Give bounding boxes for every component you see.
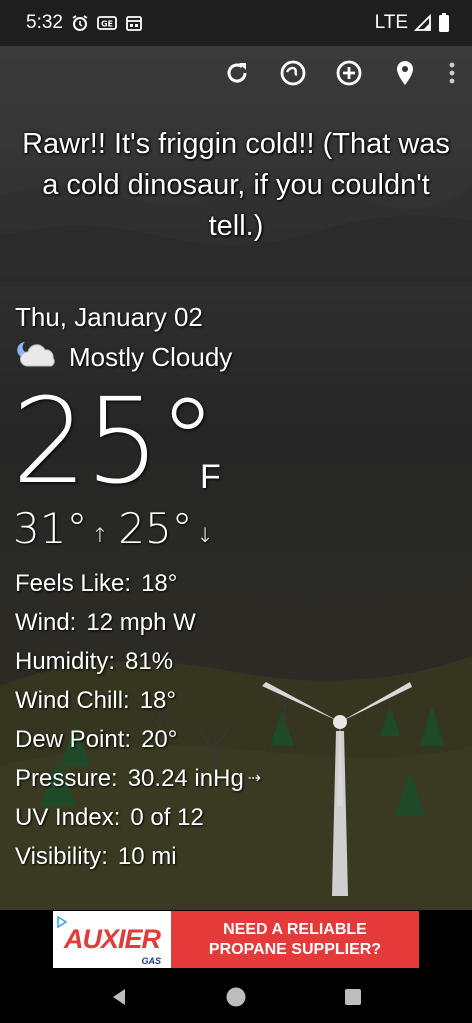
add-location-icon[interactable] xyxy=(334,58,364,88)
weather-app-area: Rawr!! It's friggin cold!! (That was a c… xyxy=(0,46,472,910)
signal-icon xyxy=(414,14,432,32)
toolbar xyxy=(222,58,458,88)
detail-wind-chill: Wind Chill: 18° xyxy=(15,681,261,720)
home-icon[interactable] xyxy=(222,983,250,1011)
detail-label: Wind: xyxy=(15,609,77,636)
high-low-row: 31° ↑ 25° ↓ xyxy=(13,504,223,553)
detail-label: Feels Like: xyxy=(15,570,132,597)
refresh-icon[interactable] xyxy=(222,58,252,88)
detail-label: Visibility: xyxy=(15,843,108,870)
ad-brand: AUXIER xyxy=(63,924,161,954)
ad-banner[interactable]: AUXIER GAS NEED A RELIABLE PROPANE SUPPL… xyxy=(53,911,419,968)
calendar-icon xyxy=(125,14,143,32)
ad-logo: AUXIER GAS xyxy=(53,911,171,968)
forecast-date: Thu, January 02 xyxy=(15,302,203,332)
ge-icon: GE xyxy=(97,15,117,31)
detail-value: 81% xyxy=(125,648,174,675)
detail-wind: Wind: 12 mph W xyxy=(15,603,261,642)
navigation-bar xyxy=(0,970,472,1023)
network-type: LTE xyxy=(374,12,408,33)
status-time: 5:32 xyxy=(26,12,63,33)
up-arrow-icon: ↑ xyxy=(91,522,109,547)
ad-line-2: PROPANE SUPPLIER? xyxy=(208,940,382,958)
detail-label: Humidity: xyxy=(15,648,116,675)
ad-area: AUXIER GAS NEED A RELIABLE PROPANE SUPPL… xyxy=(0,910,472,970)
detail-humidity: Humidity: 81% xyxy=(15,642,261,681)
recents-icon[interactable] xyxy=(339,983,367,1011)
headline-text: Rawr!! It's friggin cold!! (That was a c… xyxy=(22,128,450,242)
more-vert-icon[interactable] xyxy=(446,58,458,88)
status-bar: 5:32 GE LTE xyxy=(0,0,472,46)
detail-value: 0 of 12 xyxy=(130,804,204,831)
svg-text:GE: GE xyxy=(101,20,113,29)
detail-dew-point: Dew Point: 20° xyxy=(15,720,261,759)
down-arrow-icon: ↓ xyxy=(196,522,214,547)
detail-value: 18° xyxy=(139,687,176,714)
detail-label: Pressure: xyxy=(15,765,118,792)
ad-brand-sub: GAS xyxy=(141,956,161,966)
ad-choices-icon[interactable] xyxy=(57,913,68,932)
ad-copy: NEED A RELIABLE PROPANE SUPPLIER? xyxy=(171,920,419,960)
current-temperature: 25° xyxy=(12,372,217,510)
low-temperature: 25° xyxy=(118,504,193,553)
pressure-trend-icon: ⇢ xyxy=(247,770,262,787)
detail-label: Dew Point: xyxy=(15,726,132,753)
radar-icon[interactable] xyxy=(278,58,308,88)
back-icon[interactable] xyxy=(105,983,133,1011)
condition-label: Mostly Cloudy xyxy=(69,342,233,372)
detail-label: Wind Chill: xyxy=(15,687,130,714)
detail-value: 10 mi xyxy=(117,843,177,870)
ad-line-1: NEED A RELIABLE xyxy=(223,920,367,938)
location-pin-icon[interactable] xyxy=(390,58,420,88)
temperature-unit: F xyxy=(200,458,221,496)
detail-visibility: Visibility: 10 mi xyxy=(15,837,261,876)
high-temperature: 31° xyxy=(13,504,88,553)
detail-value: 18° xyxy=(141,570,178,597)
alarm-icon xyxy=(71,14,89,32)
detail-pressure: Pressure: 30.24 inHg ⇢ xyxy=(15,759,261,798)
detail-value: 20° xyxy=(141,726,178,753)
battery-icon xyxy=(438,13,450,33)
detail-value: 12 mph W xyxy=(86,609,196,636)
detail-uv-index: UV Index: 0 of 12 xyxy=(15,798,261,837)
detail-label: UV Index: xyxy=(15,804,121,831)
detail-value: 30.24 inHg xyxy=(127,765,244,792)
detail-feels-like: Feels Like: 18° xyxy=(15,564,261,603)
weather-details: Feels Like: 18° Wind: 12 mph W Humidity:… xyxy=(15,564,261,876)
